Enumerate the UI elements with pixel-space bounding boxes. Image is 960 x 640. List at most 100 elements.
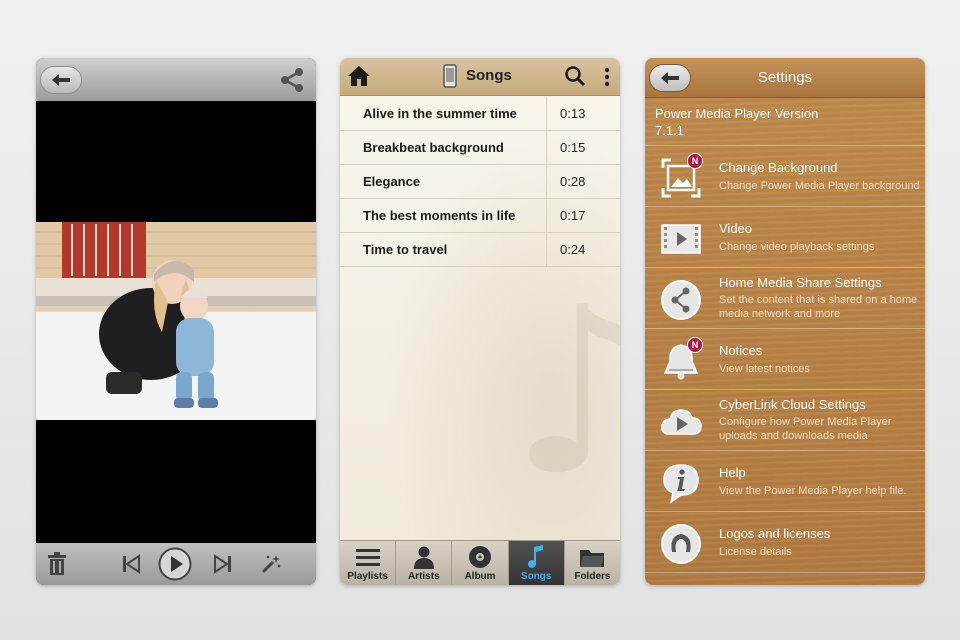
back-arrow-icon [52, 74, 70, 86]
magic-wand-icon [261, 555, 281, 574]
tab-label: Playlists [347, 571, 388, 582]
setting-title: Notices [719, 343, 763, 358]
setting-logos-licenses[interactable]: Logos and licenses License details [645, 512, 925, 573]
skip-previous-icon [123, 554, 140, 574]
music-note-icon [528, 545, 544, 568]
setting-subtitle: View the Power Media Player help file. [719, 485, 907, 497]
song-title: Alive in the summer time [363, 106, 517, 121]
play-icon [158, 547, 192, 581]
background-music-note-icon: ♪ [510, 259, 620, 526]
info-icon [663, 464, 699, 504]
song-row[interactable]: The best moments in life 0:17 [340, 199, 620, 233]
setting-subtitle: Set the content that is shared on a home… [719, 294, 918, 320]
license-icon [661, 524, 701, 564]
version-label: Power Media Player Version [655, 106, 819, 121]
setting-title: Change Background [719, 160, 838, 175]
player-controls [36, 543, 316, 585]
player-top-bar [36, 58, 316, 101]
song-title: Time to travel [363, 242, 448, 257]
home-button[interactable] [347, 65, 371, 92]
song-title: Breakbeat background [363, 140, 504, 155]
next-button[interactable] [210, 550, 236, 578]
list-icon [355, 549, 380, 566]
back-button[interactable] [40, 66, 82, 94]
setting-subtitle: View latest notices [719, 363, 810, 375]
trash-icon [48, 552, 66, 575]
app-version: Power Media Player Version 7.1.1 [655, 105, 818, 139]
column-divider [546, 131, 547, 164]
settings-screen: Settings Power Media Player Version 7.1.… [645, 58, 925, 585]
setting-subtitle: Configure how Power Media Player uploads… [719, 416, 892, 442]
song-title: The best moments in life [363, 208, 516, 223]
song-list: Alive in the summer time 0:13 Breakbeat … [340, 97, 620, 267]
new-badge: N [687, 153, 703, 169]
cloud-icon [661, 409, 702, 435]
column-divider [546, 97, 547, 130]
tab-label: Songs [520, 571, 552, 582]
tab-label: Artists [407, 571, 440, 582]
previous-button[interactable] [118, 550, 144, 578]
setting-title: Home Media Share Settings [719, 275, 882, 290]
songs-screen: ♪ Songs Alive in the summer time 0:13 Br… [340, 58, 620, 585]
song-row[interactable]: Elegance 0:28 [340, 165, 620, 199]
song-row[interactable]: Breakbeat background 0:15 [340, 131, 620, 165]
tab-label: Album [464, 571, 496, 582]
effects-button[interactable] [258, 550, 284, 578]
settings-top-bar: Settings [645, 58, 925, 98]
song-row[interactable]: Alive in the summer time 0:13 [340, 97, 620, 131]
setting-help[interactable]: Help View the Power Media Player help fi… [645, 451, 925, 512]
tab-artists[interactable]: Artists [396, 541, 453, 585]
setting-title: CyberLink Cloud Settings [719, 397, 866, 412]
song-duration: 0:13 [560, 106, 586, 121]
song-duration: 0:15 [560, 140, 586, 155]
setting-subtitle: License details [719, 546, 792, 558]
search-icon [565, 66, 586, 87]
phone-device-icon [443, 64, 457, 88]
disc-icon [469, 546, 491, 568]
tab-songs[interactable]: Songs [508, 541, 565, 585]
home-icon [348, 66, 370, 86]
setting-video[interactable]: Video Change video playback settings [645, 207, 925, 268]
column-divider [546, 233, 547, 266]
setting-subtitle: Change Power Media Player background [719, 180, 920, 192]
share-network-icon [661, 280, 701, 320]
folder-icon [580, 550, 605, 567]
song-duration: 0:17 [560, 208, 586, 223]
setting-title: Help [719, 465, 746, 480]
share-icon[interactable] [278, 66, 306, 94]
search-button[interactable] [564, 65, 586, 92]
song-duration: 0:24 [560, 242, 586, 257]
version-number: 7.1.1 [655, 123, 684, 138]
setting-title: Logos and licenses [719, 526, 831, 541]
setting-subtitle: Change video playback settings [719, 241, 875, 253]
tab-album[interactable]: Album [452, 541, 509, 585]
more-options-button[interactable] [603, 66, 611, 93]
library-tab-bar: Playlists Artists Album Songs Folders [340, 540, 620, 585]
person-icon [413, 546, 434, 569]
page-title: Songs [466, 67, 512, 84]
delete-button[interactable] [44, 550, 70, 578]
song-row[interactable]: Time to travel 0:24 [340, 233, 620, 267]
more-vert-icon [604, 67, 610, 87]
settings-list: N Change Background Change Power Media P… [645, 145, 925, 573]
column-divider [546, 165, 547, 198]
setting-title: Video [719, 221, 753, 236]
video-frame-image [36, 222, 316, 420]
column-divider [546, 199, 547, 232]
play-button[interactable] [158, 547, 192, 581]
video-icon [661, 224, 701, 254]
page-title: Settings [757, 69, 813, 86]
song-title: Elegance [363, 174, 421, 189]
songs-top-bar: Songs [340, 58, 620, 96]
setting-home-media-share[interactable]: Home Media Share Settings Set the conten… [645, 268, 925, 329]
song-duration: 0:28 [560, 174, 586, 189]
video-viewport[interactable] [36, 101, 316, 543]
tab-label: Folders [574, 571, 611, 582]
new-badge: N [687, 337, 703, 353]
setting-cyberlink-cloud[interactable]: CyberLink Cloud Settings Configure how P… [645, 390, 925, 451]
tab-folders[interactable]: Folders [565, 541, 620, 585]
setting-notices[interactable]: N Notices View latest notices [645, 329, 925, 390]
setting-change-background[interactable]: N Change Background Change Power Media P… [645, 146, 925, 207]
tab-playlists[interactable]: Playlists [340, 541, 397, 585]
skip-next-icon [214, 554, 231, 574]
